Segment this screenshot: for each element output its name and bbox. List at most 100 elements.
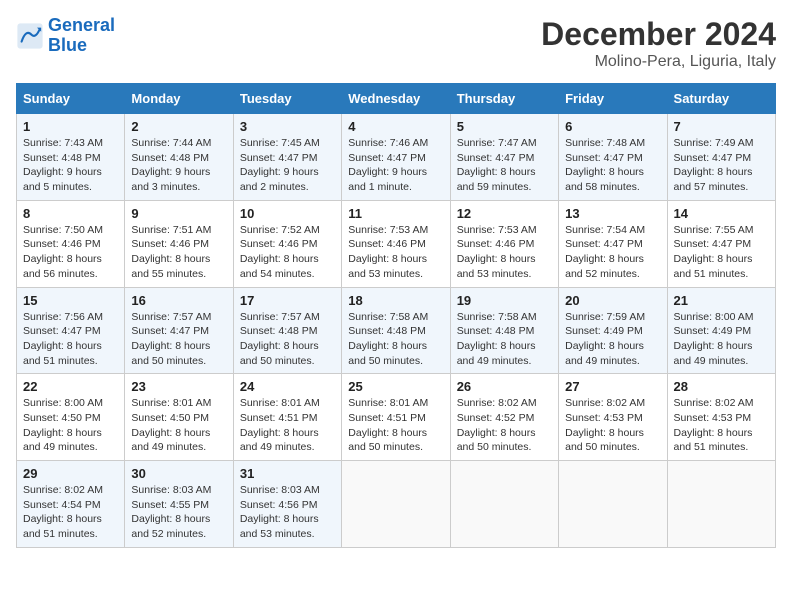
day-detail: Sunrise: 8:02 AMSunset: 4:53 PMDaylight:… bbox=[565, 396, 660, 455]
calendar-cell: 14 Sunrise: 7:55 AMSunset: 4:47 PMDayligh… bbox=[667, 200, 775, 287]
day-detail: Sunrise: 7:59 AMSunset: 4:49 PMDaylight:… bbox=[565, 310, 660, 369]
day-number: 10 bbox=[240, 206, 335, 221]
calendar-subtitle: Molino-Pera, Liguria, Italy bbox=[541, 53, 776, 71]
calendar-cell: 16 Sunrise: 7:57 AMSunset: 4:47 PMDayligh… bbox=[125, 287, 233, 374]
calendar-cell: 31 Sunrise: 8:03 AMSunset: 4:56 PMDayligh… bbox=[233, 461, 341, 548]
calendar-cell: 9 Sunrise: 7:51 AMSunset: 4:46 PMDaylight… bbox=[125, 200, 233, 287]
logo-text: General Blue bbox=[48, 16, 115, 56]
calendar-table: SundayMondayTuesdayWednesdayThursdayFrid… bbox=[16, 83, 776, 548]
day-detail: Sunrise: 7:55 AMSunset: 4:47 PMDaylight:… bbox=[674, 223, 769, 282]
weekday-header-friday: Friday bbox=[559, 84, 667, 114]
day-detail: Sunrise: 8:02 AMSunset: 4:52 PMDaylight:… bbox=[457, 396, 552, 455]
day-detail: Sunrise: 7:57 AMSunset: 4:47 PMDaylight:… bbox=[131, 310, 226, 369]
calendar-week-3: 15Sunrise: 7:56 AMSunset: 4:47 PMDayligh… bbox=[17, 287, 776, 374]
calendar-cell: 27Sunrise: 8:02 AMSunset: 4:53 PMDayligh… bbox=[559, 374, 667, 461]
calendar-cell bbox=[450, 461, 558, 548]
day-detail: Sunrise: 7:49 AMSunset: 4:47 PMDaylight:… bbox=[674, 136, 769, 195]
day-number: 19 bbox=[457, 293, 552, 308]
weekday-header-tuesday: Tuesday bbox=[233, 84, 341, 114]
day-detail: Sunrise: 7:44 AMSunset: 4:48 PMDaylight:… bbox=[131, 136, 226, 195]
calendar-cell: 6 Sunrise: 7:48 AMSunset: 4:47 PMDaylight… bbox=[559, 114, 667, 201]
day-number: 17 bbox=[240, 293, 335, 308]
day-number: 22 bbox=[23, 379, 118, 394]
day-detail: Sunrise: 7:58 AMSunset: 4:48 PMDaylight:… bbox=[348, 310, 443, 369]
day-detail: Sunrise: 8:00 AMSunset: 4:49 PMDaylight:… bbox=[674, 310, 769, 369]
day-number: 23 bbox=[131, 379, 226, 394]
day-detail: Sunrise: 7:53 AMSunset: 4:46 PMDaylight:… bbox=[348, 223, 443, 282]
calendar-week-5: 29Sunrise: 8:02 AMSunset: 4:54 PMDayligh… bbox=[17, 461, 776, 548]
calendar-cell: 24Sunrise: 8:01 AMSunset: 4:51 PMDayligh… bbox=[233, 374, 341, 461]
day-number: 12 bbox=[457, 206, 552, 221]
calendar-cell: 30Sunrise: 8:03 AMSunset: 4:55 PMDayligh… bbox=[125, 461, 233, 548]
day-number: 11 bbox=[348, 206, 443, 221]
day-detail: Sunrise: 8:02 AMSunset: 4:53 PMDaylight:… bbox=[674, 396, 769, 455]
calendar-cell: 8 Sunrise: 7:50 AMSunset: 4:46 PMDaylight… bbox=[17, 200, 125, 287]
day-detail: Sunrise: 7:51 AMSunset: 4:46 PMDaylight:… bbox=[131, 223, 226, 282]
day-detail: Sunrise: 8:01 AMSunset: 4:51 PMDaylight:… bbox=[240, 396, 335, 455]
day-detail: Sunrise: 8:00 AMSunset: 4:50 PMDaylight:… bbox=[23, 396, 118, 455]
weekday-header-row: SundayMondayTuesdayWednesdayThursdayFrid… bbox=[17, 84, 776, 114]
day-number: 8 bbox=[23, 206, 118, 221]
calendar-cell: 1Sunrise: 7:43 AMSunset: 4:48 PMDaylight… bbox=[17, 114, 125, 201]
day-detail: Sunrise: 7:56 AMSunset: 4:47 PMDaylight:… bbox=[23, 310, 118, 369]
day-number: 4 bbox=[348, 119, 443, 134]
day-number: 28 bbox=[674, 379, 769, 394]
day-detail: Sunrise: 8:03 AMSunset: 4:56 PMDaylight:… bbox=[240, 483, 335, 542]
title-block: December 2024 Molino-Pera, Liguria, Ital… bbox=[541, 16, 776, 71]
day-number: 29 bbox=[23, 466, 118, 481]
logo-line2: Blue bbox=[48, 35, 87, 55]
day-number: 7 bbox=[674, 119, 769, 134]
day-number: 25 bbox=[348, 379, 443, 394]
calendar-cell bbox=[559, 461, 667, 548]
calendar-week-2: 8 Sunrise: 7:50 AMSunset: 4:46 PMDaylight… bbox=[17, 200, 776, 287]
day-detail: Sunrise: 7:48 AMSunset: 4:47 PMDaylight:… bbox=[565, 136, 660, 195]
day-number: 31 bbox=[240, 466, 335, 481]
day-number: 5 bbox=[457, 119, 552, 134]
day-detail: Sunrise: 7:54 AMSunset: 4:47 PMDaylight:… bbox=[565, 223, 660, 282]
day-detail: Sunrise: 7:53 AMSunset: 4:46 PMDaylight:… bbox=[457, 223, 552, 282]
calendar-cell: 17Sunrise: 7:57 AMSunset: 4:48 PMDayligh… bbox=[233, 287, 341, 374]
calendar-title: December 2024 bbox=[541, 16, 776, 53]
calendar-cell: 7 Sunrise: 7:49 AMSunset: 4:47 PMDaylight… bbox=[667, 114, 775, 201]
day-number: 18 bbox=[348, 293, 443, 308]
day-number: 13 bbox=[565, 206, 660, 221]
calendar-cell: 21 Sunrise: 8:00 AMSunset: 4:49 PMDayligh… bbox=[667, 287, 775, 374]
calendar-cell: 2Sunrise: 7:44 AMSunset: 4:48 PMDaylight… bbox=[125, 114, 233, 201]
day-detail: Sunrise: 8:01 AMSunset: 4:50 PMDaylight:… bbox=[131, 396, 226, 455]
weekday-header-monday: Monday bbox=[125, 84, 233, 114]
weekday-header-thursday: Thursday bbox=[450, 84, 558, 114]
day-number: 16 bbox=[131, 293, 226, 308]
logo-icon bbox=[16, 22, 44, 50]
calendar-cell: 3 Sunrise: 7:45 AMSunset: 4:47 PMDaylight… bbox=[233, 114, 341, 201]
calendar-cell: 28 Sunrise: 8:02 AMSunset: 4:53 PMDayligh… bbox=[667, 374, 775, 461]
calendar-cell: 5Sunrise: 7:47 AMSunset: 4:47 PMDaylight… bbox=[450, 114, 558, 201]
day-number: 9 bbox=[131, 206, 226, 221]
day-number: 30 bbox=[131, 466, 226, 481]
day-detail: Sunrise: 7:58 AMSunset: 4:48 PMDaylight:… bbox=[457, 310, 552, 369]
day-number: 6 bbox=[565, 119, 660, 134]
calendar-cell: 22 Sunrise: 8:00 AMSunset: 4:50 PMDayligh… bbox=[17, 374, 125, 461]
logo-line1: General bbox=[48, 15, 115, 35]
calendar-cell: 13 Sunrise: 7:54 AMSunset: 4:47 PMDayligh… bbox=[559, 200, 667, 287]
calendar-week-4: 22 Sunrise: 8:00 AMSunset: 4:50 PMDayligh… bbox=[17, 374, 776, 461]
day-number: 1 bbox=[23, 119, 118, 134]
day-number: 3 bbox=[240, 119, 335, 134]
day-number: 14 bbox=[674, 206, 769, 221]
day-detail: Sunrise: 7:46 AMSunset: 4:47 PMDaylight:… bbox=[348, 136, 443, 195]
calendar-cell: 18 Sunrise: 7:58 AMSunset: 4:48 PMDayligh… bbox=[342, 287, 450, 374]
page-header: General Blue December 2024 Molino-Pera, … bbox=[16, 16, 776, 71]
day-number: 21 bbox=[674, 293, 769, 308]
calendar-cell: 10Sunrise: 7:52 AMSunset: 4:46 PMDayligh… bbox=[233, 200, 341, 287]
calendar-cell: 20Sunrise: 7:59 AMSunset: 4:49 PMDayligh… bbox=[559, 287, 667, 374]
weekday-header-wednesday: Wednesday bbox=[342, 84, 450, 114]
calendar-cell bbox=[342, 461, 450, 548]
calendar-cell: 29Sunrise: 8:02 AMSunset: 4:54 PMDayligh… bbox=[17, 461, 125, 548]
calendar-week-1: 1Sunrise: 7:43 AMSunset: 4:48 PMDaylight… bbox=[17, 114, 776, 201]
calendar-cell: 12 Sunrise: 7:53 AMSunset: 4:46 PMDayligh… bbox=[450, 200, 558, 287]
calendar-cell: 4 Sunrise: 7:46 AMSunset: 4:47 PMDaylight… bbox=[342, 114, 450, 201]
day-detail: Sunrise: 7:45 AMSunset: 4:47 PMDaylight:… bbox=[240, 136, 335, 195]
calendar-cell: 25Sunrise: 8:01 AMSunset: 4:51 PMDayligh… bbox=[342, 374, 450, 461]
day-number: 26 bbox=[457, 379, 552, 394]
day-detail: Sunrise: 7:50 AMSunset: 4:46 PMDaylight:… bbox=[23, 223, 118, 282]
calendar-cell: 15Sunrise: 7:56 AMSunset: 4:47 PMDayligh… bbox=[17, 287, 125, 374]
